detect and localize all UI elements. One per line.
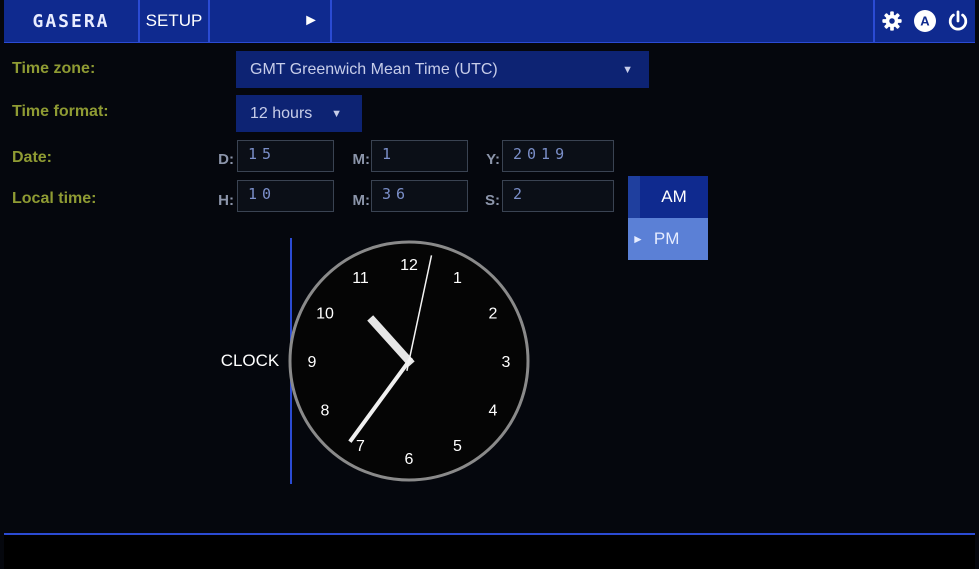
local-time-label: Local time: [12, 190, 97, 207]
analog-clock: 121234567891011 [288, 240, 530, 482]
time-zone-label: Time zone: [12, 60, 96, 77]
chevron-down-icon: ▼ [622, 63, 633, 76]
clock-number-2: 2 [489, 306, 498, 323]
tab-setup[interactable]: SETUP [140, 0, 210, 42]
play-button[interactable]: ► [292, 0, 332, 42]
time-zone-dropdown[interactable]: GMT Greenwich Mean Time (UTC) ▼ [236, 51, 649, 88]
time-format-label: Time format: [12, 103, 109, 120]
clock-number-9: 9 [308, 354, 317, 371]
am-pm-selector: AM ► PM [628, 176, 708, 260]
clock-number-7: 7 [356, 438, 365, 455]
clock-number-11: 11 [352, 270, 369, 287]
clock-number-12: 12 [400, 257, 418, 274]
time-second-label: S: [485, 192, 500, 209]
time-hour-input[interactable]: 10 [237, 180, 334, 212]
power-icon-glyph [949, 10, 968, 31]
auto-mode-icon[interactable]: A [913, 9, 937, 33]
auto-mode-letter: A [920, 14, 930, 29]
date-day-label: D: [218, 151, 234, 168]
brand-logo[interactable]: GASERA [4, 0, 140, 42]
clock-number-5: 5 [453, 438, 462, 455]
pm-option[interactable]: ► PM [628, 218, 708, 260]
date-year-input[interactable]: 2019 [502, 140, 614, 172]
chevron-down-icon: ▼ [331, 107, 342, 120]
clock-number-6: 6 [405, 451, 414, 468]
clock-number-1: 1 [453, 270, 462, 287]
bottom-status-bar [4, 533, 975, 569]
date-month-input[interactable]: 1 [371, 140, 468, 172]
selected-marker-icon: ► [632, 232, 644, 246]
clock-number-4: 4 [489, 403, 498, 420]
clock-number-10: 10 [316, 306, 334, 323]
pm-option-label: PM [653, 229, 680, 248]
top-right-controls: A [873, 0, 975, 42]
am-option-label: AM [661, 187, 687, 206]
date-month-label: M: [352, 151, 371, 168]
auto-mode-icon-glyph: A [913, 10, 936, 32]
clock-number-8: 8 [321, 403, 330, 420]
gear-icon[interactable] [880, 9, 904, 33]
time-format-dropdown[interactable]: 12 hours ▼ [236, 95, 362, 132]
tab-clock[interactable]: CLOCK [210, 238, 292, 484]
date-year-label: Y: [486, 151, 500, 168]
gear-icon-glyph [882, 11, 902, 31]
am-option[interactable]: AM [640, 176, 708, 218]
time-minute-label: M: [352, 192, 371, 209]
date-day-input[interactable]: 15 [237, 140, 334, 172]
time-second-input[interactable]: 2 [502, 180, 614, 212]
clock-number-3: 3 [502, 354, 511, 371]
time-zone-value: GMT Greenwich Mean Time (UTC) [250, 60, 498, 78]
date-label: Date: [12, 149, 53, 166]
time-hour-label: H: [218, 192, 234, 209]
top-nav-bar: GASERA SETUP CLOCK ► A [4, 0, 975, 484]
time-format-value: 12 hours [250, 104, 313, 122]
clock-settings-screen: GASERA SETUP CLOCK ► A Time zone: GMT Gr… [0, 0, 979, 569]
time-minute-input[interactable]: 36 [371, 180, 468, 212]
power-icon[interactable] [946, 9, 970, 33]
